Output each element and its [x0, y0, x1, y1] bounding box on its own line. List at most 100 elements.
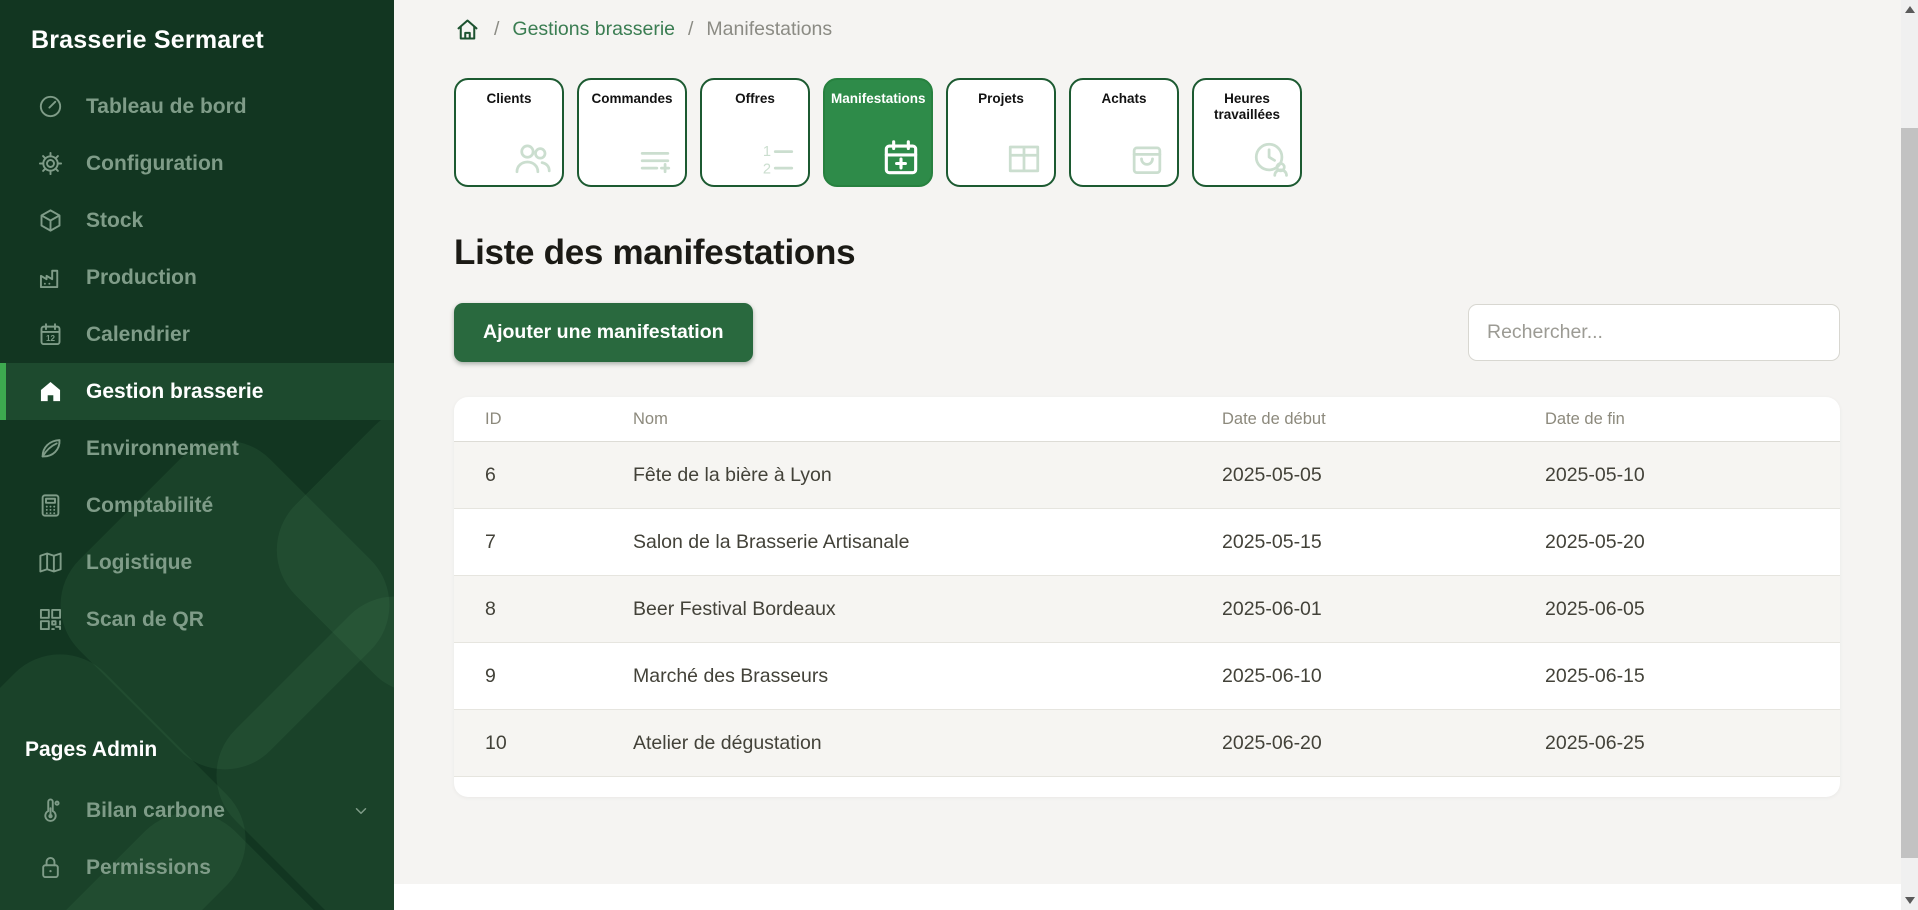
sidebar-item-label: Environnement [86, 437, 239, 461]
cell-date-fin: 2025-06-05 [1514, 598, 1840, 621]
cell-nom: Beer Festival Bordeaux [602, 598, 1191, 621]
cell-date-fin: 2025-05-20 [1514, 531, 1840, 554]
cell-id: 10 [454, 732, 602, 755]
home-icon[interactable] [454, 16, 481, 43]
sidebar-item-label: Configuration [86, 152, 224, 176]
column-header-date-debut: Date de début [1191, 410, 1514, 429]
sidebar-item-gestion-brasserie[interactable]: Gestion brasserie [0, 363, 394, 420]
cell-nom: Salon de la Brasserie Artisanale [602, 531, 1191, 554]
sidebar-item-label: Gestion brasserie [86, 380, 263, 404]
column-header-nom: Nom [602, 410, 1191, 429]
tab-heures-travaillees[interactable]: Heures travaillées [1192, 78, 1302, 187]
svg-text:2: 2 [763, 162, 771, 178]
sidebar-item-production[interactable]: Production [0, 249, 394, 306]
tab-clients[interactable]: Clients [454, 78, 564, 187]
calendar-plus-icon [879, 136, 923, 180]
search-input[interactable] [1468, 304, 1840, 361]
home-icon [37, 378, 64, 405]
tab-commandes[interactable]: Commandes [577, 78, 687, 187]
sidebar-item-label: Stock [86, 209, 143, 233]
column-header-date-fin: Date de fin [1514, 410, 1840, 429]
breadcrumb-separator: / [494, 18, 499, 41]
page-bottom-strip [394, 884, 1901, 910]
page-title: Liste des manifestations [454, 233, 1840, 273]
cell-date-debut: 2025-05-15 [1191, 531, 1514, 554]
sidebar-section-pages-admin: Pages Admin [25, 738, 394, 762]
cell-date-fin: 2025-06-25 [1514, 732, 1840, 755]
cell-id: 9 [454, 665, 602, 688]
sidebar-item-bilan-carbone[interactable]: Bilan carbone [0, 782, 394, 839]
kanban-icon [1002, 136, 1046, 180]
cell-id: 8 [454, 598, 602, 621]
breadcrumb: / Gestions brasserie / Manifestations [454, 0, 1840, 43]
thermometer-icon [37, 797, 64, 824]
sidebar-item-label: Scan de QR [86, 608, 204, 632]
column-header-id: ID [454, 410, 602, 429]
sidebar-item-environnement[interactable]: Environnement [0, 420, 394, 477]
sidebar-item-logistique[interactable]: Logistique [0, 534, 394, 591]
cell-date-debut: 2025-06-01 [1191, 598, 1514, 621]
table-row: 7 Salon de la Brasserie Artisanale 2025-… [454, 509, 1840, 576]
entity-tabs: Clients Commandes Offres 12 Manifestatio… [454, 78, 1840, 187]
app-root: Brasserie Sermaret Tableau de bord Confi… [0, 0, 1918, 910]
sidebar-item-configuration[interactable]: Configuration [0, 135, 394, 192]
cell-date-fin: 2025-06-15 [1514, 665, 1840, 688]
table-header-row: ID Nom Date de début Date de fin [454, 397, 1840, 442]
calendar-icon: 12 [37, 321, 64, 348]
cell-nom: Fête de la bière à Lyon [602, 464, 1191, 487]
sidebar-item-calendrier[interactable]: 12 Calendrier [0, 306, 394, 363]
sidebar-item-permissions[interactable]: Permissions [0, 839, 394, 896]
sidebar-item-comptabilite[interactable]: Comptabilité [0, 477, 394, 534]
gauge-icon [37, 93, 64, 120]
numbered-list-icon: 12 [756, 136, 800, 180]
clock-user-icon [1248, 136, 1292, 180]
sidebar: Brasserie Sermaret Tableau de bord Confi… [0, 0, 394, 910]
table-row: 10 Atelier de dégustation 2025-06-20 202… [454, 710, 1840, 777]
tab-manifestations[interactable]: Manifestations [823, 78, 933, 187]
order-list-icon [633, 136, 677, 180]
breadcrumb-current: Manifestations [706, 18, 832, 41]
chevron-down-icon[interactable] [352, 802, 370, 820]
cell-date-debut: 2025-06-10 [1191, 665, 1514, 688]
cell-date-debut: 2025-06-20 [1191, 732, 1514, 755]
sidebar-item-stock[interactable]: Stock [0, 192, 394, 249]
sidebar-item-scan-de-qr[interactable]: Scan de QR [0, 591, 394, 648]
tab-offres[interactable]: Offres 12 [700, 78, 810, 187]
cell-nom: Atelier de dégustation [602, 732, 1191, 755]
sidebar-item-label: Bilan carbone [86, 799, 225, 823]
sidebar-item-label: Calendrier [86, 323, 190, 347]
shopping-bag-icon [1125, 136, 1169, 180]
table-row: 9 Marché des Brasseurs 2025-06-10 2025-0… [454, 643, 1840, 710]
sidebar-admin-nav: Bilan carbone Permissions [0, 782, 394, 896]
breadcrumb-link-gestions-brasserie[interactable]: Gestions brasserie [512, 18, 675, 41]
cell-id: 6 [454, 464, 602, 487]
map-icon [37, 549, 64, 576]
main-content: / Gestions brasserie / Manifestations Cl… [394, 0, 1901, 910]
add-manifestation-button[interactable]: Ajouter une manifestation [454, 303, 753, 362]
sidebar-item-label: Permissions [86, 856, 211, 880]
qr-code-icon [37, 606, 64, 633]
app-title: Brasserie Sermaret [0, 0, 394, 55]
scroll-up-arrow-icon[interactable] [1905, 6, 1915, 13]
list-controls: Ajouter une manifestation [454, 303, 1840, 362]
tab-projets[interactable]: Projets [946, 78, 1056, 187]
gear-icon [37, 150, 64, 177]
vertical-scrollbar[interactable] [1901, 0, 1918, 910]
sidebar-item-label: Comptabilité [86, 494, 213, 518]
sidebar-item-tableau-de-bord[interactable]: Tableau de bord [0, 78, 394, 135]
tab-achats[interactable]: Achats [1069, 78, 1179, 187]
leaf-icon [37, 435, 64, 462]
lock-icon [37, 854, 64, 881]
users-icon [510, 136, 554, 180]
scrollbar-thumb[interactable] [1901, 128, 1918, 858]
svg-text:12: 12 [46, 334, 55, 343]
calculator-icon [37, 492, 64, 519]
scroll-down-arrow-icon[interactable] [1905, 897, 1915, 904]
svg-text:1: 1 [763, 144, 771, 160]
sidebar-item-label: Tableau de bord [86, 95, 247, 119]
manifestations-table: ID Nom Date de début Date de fin 6 Fête … [454, 397, 1840, 797]
table-row: 8 Beer Festival Bordeaux 2025-06-01 2025… [454, 576, 1840, 643]
factory-icon [37, 264, 64, 291]
sidebar-item-label: Production [86, 266, 197, 290]
sidebar-item-label: Logistique [86, 551, 192, 575]
